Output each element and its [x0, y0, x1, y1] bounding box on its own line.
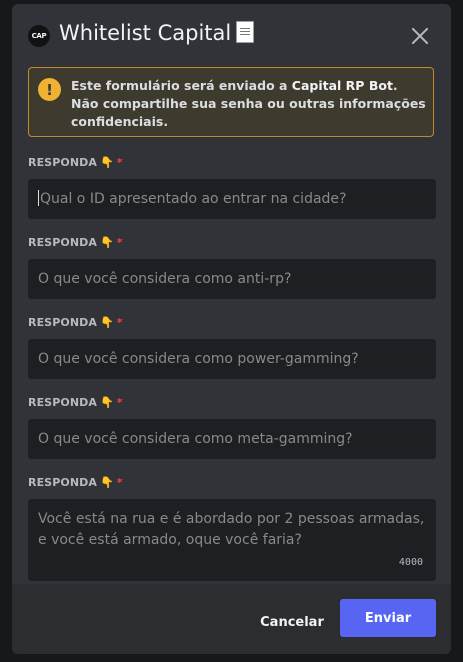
input-field-2[interactable]: O que você considera como anti-rp? — [28, 259, 436, 299]
warning-notice: ! Este formulário será enviado a Capital… — [28, 67, 434, 137]
required-marker: * — [116, 156, 123, 169]
required-marker: * — [116, 476, 123, 489]
modal-title: Whitelist Capital — [59, 21, 255, 45]
point-down-icon: 👇 — [99, 316, 114, 329]
bot-name: Capital RP Bot — [291, 78, 393, 93]
input-field-3[interactable]: O que você considera como power-gamming? — [28, 339, 436, 379]
document-icon — [236, 21, 255, 43]
point-down-icon: 👇 — [99, 476, 114, 489]
required-marker: * — [116, 316, 123, 329]
field-label-1: RESPONDA 👇 * — [28, 156, 123, 169]
close-button[interactable] — [408, 24, 432, 48]
app-avatar: CAP — [28, 25, 50, 47]
field-label-5: RESPONDA 👇 * — [28, 476, 123, 489]
textarea-placeholder: Você está na rua e é abordado por 2 pess… — [38, 511, 425, 548]
field-label-4: RESPONDA 👇 * — [28, 396, 123, 409]
character-counter: 4000 — [398, 557, 423, 568]
input-field-1[interactable]: Qual o ID apresentado ao entrar na cidad… — [28, 179, 436, 219]
modal-header: CAP Whitelist Capital — [12, 4, 451, 64]
warning-icon: ! — [38, 78, 61, 101]
required-marker: * — [116, 236, 123, 249]
text-caret — [38, 190, 39, 206]
point-down-icon: 👇 — [99, 156, 114, 169]
required-marker: * — [116, 396, 123, 409]
field-label-3: RESPONDA 👇 * — [28, 316, 123, 329]
modal-dialog: CAP Whitelist Capital ! Este formulário … — [12, 4, 451, 654]
point-down-icon: 👇 — [99, 236, 114, 249]
warning-text: Este formulário será enviado a Capital R… — [71, 78, 426, 129]
input-field-4[interactable]: O que você considera como meta-gamming? — [28, 419, 436, 459]
modal-title-text: Whitelist Capital — [59, 21, 232, 45]
textarea-field-5[interactable]: Você está na rua e é abordado por 2 pess… — [28, 499, 436, 581]
field-label-2: RESPONDA 👇 * — [28, 236, 123, 249]
modal-footer: Cancelar Enviar — [12, 584, 451, 654]
cancel-button[interactable]: Cancelar — [252, 603, 332, 641]
point-down-icon: 👇 — [99, 396, 114, 409]
submit-button[interactable]: Enviar — [340, 599, 436, 637]
